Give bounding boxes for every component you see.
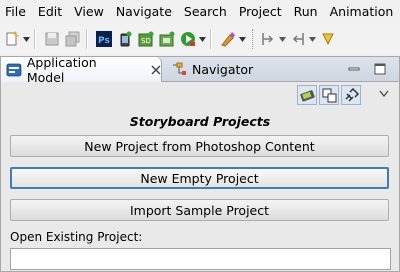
tab-application-model[interactable]: Application Model: [1, 54, 162, 85]
minimize-icon[interactable]: [347, 62, 361, 76]
prev-edit-dropdown-arrow[interactable]: [308, 30, 316, 48]
menu-animation[interactable]: Animation: [324, 0, 400, 24]
toolbar-separator: [86, 29, 88, 49]
tab-label: Navigator: [192, 61, 254, 77]
photoshop-icon[interactable]: Ps: [95, 30, 113, 48]
layout-icon[interactable]: [319, 85, 339, 105]
new-dropdown-arrow[interactable]: [22, 30, 30, 48]
storyboard-projects-heading: Storyboard Projects: [129, 114, 271, 129]
new-device-icon[interactable]: [116, 30, 134, 48]
menu-run[interactable]: Run: [288, 0, 324, 24]
tab-navigator[interactable]: Navigator: [166, 57, 261, 81]
view-content: Storyboard Projects New Project from Pho…: [1, 82, 399, 271]
menu-edit[interactable]: Edit: [32, 0, 68, 24]
import-sample-project-button[interactable]: Import Sample Project: [10, 199, 389, 221]
menu-project[interactable]: Project: [233, 0, 288, 24]
annotation-dropdown-arrow[interactable]: [238, 30, 246, 48]
run-dropdown-arrow[interactable]: [198, 30, 206, 48]
menu-file[interactable]: File: [0, 0, 32, 24]
new-project-from-photoshop-button[interactable]: New Project from Photoshop Content: [10, 135, 389, 157]
maximize-icon[interactable]: [373, 62, 387, 76]
view-toolbar: [297, 84, 363, 106]
new-file-icon[interactable]: [3, 30, 21, 48]
toolbar-separator: [34, 29, 36, 49]
open-existing-project-input[interactable]: [10, 248, 391, 270]
view-tab-bar: Application Model Navigator: [1, 54, 399, 85]
svg-text:SD: SD: [141, 37, 151, 45]
application-model-icon: [6, 63, 22, 76]
save-all-icon[interactable]: [64, 30, 82, 48]
new-empty-project-button[interactable]: New Empty Project: [10, 167, 389, 189]
storyboard-device-icon[interactable]: [297, 85, 317, 105]
run-icon[interactable]: [179, 30, 197, 48]
history-icon[interactable]: [319, 30, 337, 48]
next-edit-dropdown-arrow[interactable]: [278, 30, 286, 48]
menu-search[interactable]: Search: [178, 0, 233, 24]
annotation-icon[interactable]: [219, 30, 237, 48]
close-icon[interactable]: [151, 65, 161, 75]
toolbar-separator: [210, 29, 212, 49]
link-editor-icon[interactable]: [341, 85, 361, 105]
menu-bar: File Edit View Navigate Search Project R…: [0, 0, 400, 24]
next-edit-icon[interactable]: [259, 30, 277, 48]
main-toolbar: Ps SD: [0, 24, 400, 54]
menu-view[interactable]: View: [68, 0, 110, 24]
save-icon[interactable]: [43, 30, 61, 48]
svg-text:Ps: Ps: [98, 36, 110, 46]
navigator-icon: [173, 62, 186, 75]
toolbar-grip[interactable]: [252, 29, 256, 49]
menu-navigate[interactable]: Navigate: [110, 0, 178, 24]
prev-edit-icon[interactable]: [289, 30, 307, 48]
open-existing-project-label: Open Existing Project:: [10, 230, 143, 244]
new-sd-icon[interactable]: SD: [137, 30, 155, 48]
view-menu-chevron-icon[interactable]: [379, 90, 389, 98]
tab-label: Application Model: [26, 54, 97, 85]
new-scene-icon[interactable]: [158, 30, 176, 48]
application-model-view: Application Model Navigator Storyboard P…: [0, 54, 400, 272]
